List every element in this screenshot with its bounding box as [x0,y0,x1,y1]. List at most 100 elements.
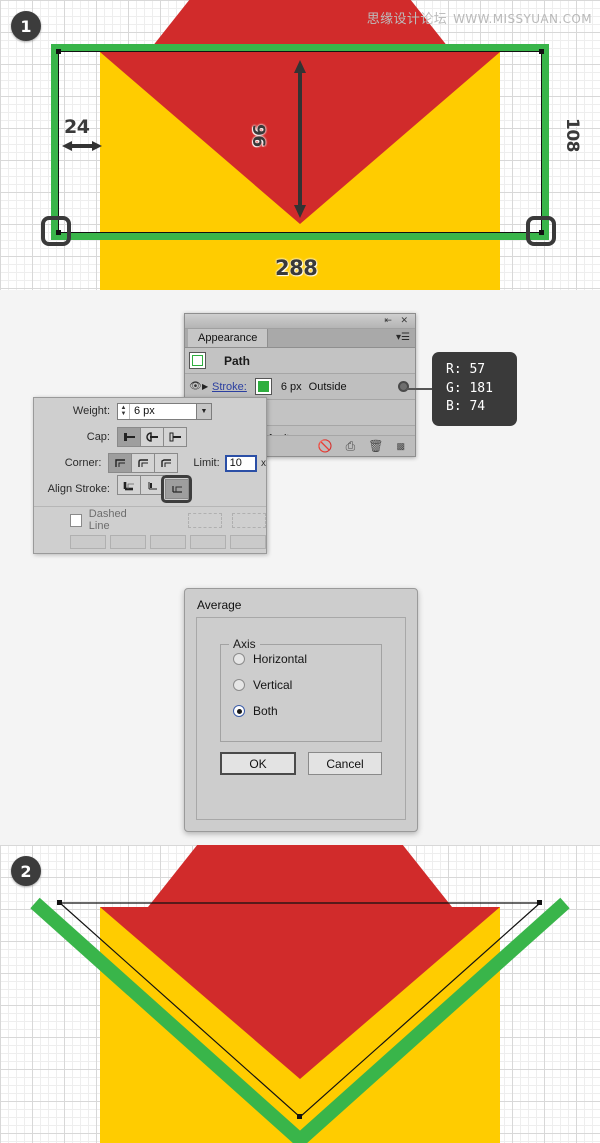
weight-value: 6 px [134,405,155,417]
dash-preview-2-icon[interactable] [231,512,266,528]
dash-field-2[interactable] [150,535,186,549]
cancel-button[interactable]: Cancel [308,752,382,775]
radio-horizontal[interactable] [233,653,245,665]
average-dialog-buttons: OK Cancel [220,752,382,775]
tab-appearance[interactable]: Appearance [188,329,269,347]
duplicate-item-icon[interactable]: ⎙ [346,439,356,454]
stroke-target-indicator-icon[interactable] [398,381,409,392]
radio-row-vertical[interactable]: Vertical [221,673,381,697]
gap-field-2[interactable] [190,535,226,549]
anchor-point-top-right[interactable] [539,49,544,54]
step-badge-1: 1 [11,11,41,41]
watermark-chinese: 思缘设计论坛 [366,12,448,27]
dimension-arrow-horizontal-24 [62,141,102,151]
align-outside-selected-wrapper[interactable] [161,475,192,503]
weight-row: Weight: ▲ ▼ 6 px ▼ [34,398,266,424]
dash-field-1[interactable] [70,535,106,549]
cap-row: Cap: [34,424,266,450]
rgb-r-value: R: 57 [446,361,486,377]
dashed-line-checkbox[interactable] [70,513,82,527]
panel-window-controls[interactable]: ⇤ ✕ [384,315,411,326]
align-center-icon[interactable] [117,475,141,495]
align-stroke-label: Align Stroke: [47,483,110,495]
miter-join-icon[interactable] [108,453,133,473]
ok-button[interactable]: OK [220,752,296,775]
round-join-icon[interactable] [131,453,156,473]
projecting-cap-icon[interactable] [163,427,187,447]
align-outside-icon[interactable] [165,479,189,499]
axis-fieldset: Axis Horizontal Vertical Both [220,637,382,742]
weight-dropdown-icon[interactable]: ▼ [197,402,212,420]
align-stroke-row: Align Stroke: [34,475,266,503]
dimension-label-24: 24 [64,116,90,138]
limit-input[interactable]: 10 [224,454,257,472]
stroke-color-swatch[interactable] [254,378,272,395]
path-swatch[interactable] [189,352,206,369]
dashed-line-label: Dashed Line [88,508,127,532]
dashed-line-row[interactable]: Dashed Line [34,506,266,533]
weight-label: Weight: [72,405,110,417]
selection-handle-bottom-right[interactable] [526,216,556,246]
radio-horizontal-label: Horizontal [253,652,308,666]
limit-unit: x [261,457,266,469]
panel-titlebar: ⇤ ✕ [185,314,415,329]
watermark: 思缘设计论坛 WWW.MISSYUAN.COM [367,8,592,27]
envelope-artwork-step-2 [0,845,600,1143]
delete-item-icon[interactable]: 🗑 [368,439,383,453]
selection-handle-bottom-left[interactable] [41,216,71,246]
corner-button-group [108,453,179,473]
radio-row-both[interactable]: Both [221,699,381,723]
cap-button-group [117,427,187,447]
average-dialog-title: Average [197,598,242,612]
corner-row: Corner: Limit: 10 x [34,450,266,476]
panel-menu-icon[interactable]: ▾☰ [396,332,410,343]
dimension-label-288: 288 [275,256,318,280]
tutorial-page: 24 96 108 288 1 思缘设计论坛 WWW.MISSYUAN.COM ⇤… [0,0,600,1143]
align-button-group [117,475,192,503]
round-cap-icon[interactable] [140,427,164,447]
radio-vertical[interactable] [233,679,245,691]
canvas-step-1: 24 96 108 288 1 思缘设计论坛 WWW.MISSYUAN.COM [0,0,600,290]
appearance-row-path-label: Path [224,353,251,368]
green-v-path[interactable] [0,845,600,1143]
canvas-step-2: 2 [0,845,600,1143]
dimension-label-108: 108 [562,118,582,152]
step-badge-2: 2 [11,856,41,886]
rgb-g-value: G: 181 [446,380,493,396]
dimension-label-96: 96 [248,124,268,147]
dimension-arrow-vertical-96 [294,60,306,218]
average-dialog-body: Axis Horizontal Vertical Both OK Cancel [196,617,406,820]
average-dialog[interactable]: Average Axis Horizontal Vertical Both OK… [184,588,418,832]
gap-field-1[interactable] [110,535,146,549]
corner-label: Corner: [64,457,102,469]
watermark-url: WWW.MISSYUAN.COM [453,12,592,26]
stroke-link[interactable]: Stroke: [212,381,247,393]
stroke-options-popup[interactable]: Weight: ▲ ▼ 6 px ▼ Cap: Corner: Limit: 1… [33,397,267,554]
visibility-eye-icon[interactable]: 👁 [189,381,202,392]
chevron-right-icon[interactable]: ▶ [202,382,212,391]
stroke-align-value: Outside [308,380,347,393]
weight-input[interactable]: ▲ ▼ 6 px [117,402,197,420]
axis-legend-label: Axis [229,637,260,651]
radio-vertical-label: Vertical [253,678,293,692]
weight-stepper-icon[interactable]: ▲ ▼ [118,403,130,419]
radio-both-label: Both [253,704,278,718]
cap-label: Cap: [86,431,110,443]
envelope-artwork-step-1: 24 96 108 288 [0,0,600,290]
bevel-join-icon[interactable] [154,453,179,473]
dash-preview-1-icon[interactable] [187,512,222,528]
rgb-color-tooltip: R: 57 G: 181 B: 74 [432,352,517,426]
dash-gap-fields [34,535,266,549]
limit-label: Limit: [193,457,220,469]
stroke-weight-value: 6 px [280,380,302,393]
anchor-point-top-left[interactable] [56,49,61,54]
limit-value: 10 [229,457,242,469]
clear-appearance-icon[interactable]: 🚫 [318,439,333,453]
radio-both[interactable] [233,705,245,717]
resize-grip-icon[interactable]: ▩ [396,441,405,452]
dash-field-3[interactable] [230,535,266,549]
butt-cap-icon[interactable] [117,427,141,447]
panel-tab-row: Appearance ▾☰ [185,329,415,348]
rgb-b-value: B: 74 [446,399,486,415]
appearance-row-path[interactable]: Path [185,348,415,374]
